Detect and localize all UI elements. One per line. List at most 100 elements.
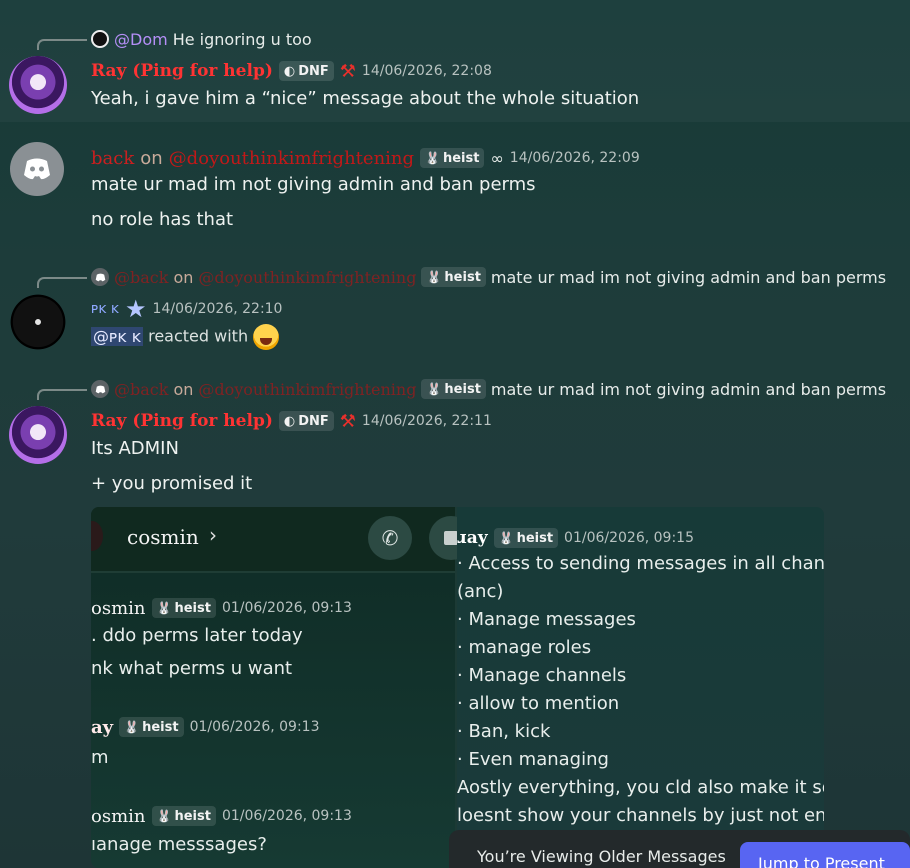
badge-label: heist <box>142 719 179 735</box>
att-badge: 🐰 heist <box>119 717 184 737</box>
badge-label: heist <box>444 269 481 285</box>
timestamp: 14/06/2026, 22:10 <box>152 301 283 317</box>
reply-author[interactable]: @back <box>114 380 168 399</box>
reply-author-mention[interactable]: @doyouthinkimfrightening <box>198 268 416 287</box>
message-2: back on @doyouthinkimfrightening 🐰 heist … <box>0 122 910 252</box>
author-name[interactable]: Ray (Ping for help) <box>91 411 273 431</box>
att-line: m <box>91 747 109 768</box>
reply-on: on <box>173 267 194 287</box>
reply-connector <box>37 277 87 288</box>
jump-to-present-button[interactable]: Jump to Present <box>740 842 910 868</box>
bunny-icon: 🐰 <box>156 809 172 823</box>
image-attachment[interactable]: cosmin › ✆ osmin 🐰 heist 01/06/2026, 09:1… <box>91 507 824 868</box>
reply-preview[interactable]: @back on @doyouthinkimfrightening 🐰 heist… <box>91 266 886 288</box>
discord-logo-icon <box>24 158 50 180</box>
att-list-line: · Manage messages <box>457 609 636 630</box>
att-line: ıanage messsages? <box>91 834 267 855</box>
reply-avatar <box>91 268 109 286</box>
reply-text: mate ur mad im not giving admin and ban … <box>490 267 887 287</box>
bunny-icon: 🐰 <box>426 382 442 396</box>
badge-label: DNF <box>298 413 329 429</box>
author-name[interactable]: Ray (Ping for help) <box>91 61 273 81</box>
tag-badge[interactable]: 🐰 heist <box>420 148 485 168</box>
author-mention[interactable]: @doyouthinkimfrightening <box>169 148 414 169</box>
avatar[interactable] <box>6 290 70 354</box>
att-badge: 🐰 heist <box>151 598 216 618</box>
tag-badge[interactable]: 🐰 heist <box>421 267 486 287</box>
message-header: ᴘᴋ ᴋ ★ 14/06/2026, 22:10 <box>91 296 282 322</box>
avatar[interactable] <box>10 142 64 196</box>
att-list-line: · Ban, kick <box>457 721 551 742</box>
ghost-icon: ◐ <box>283 63 296 79</box>
message-header: back on @doyouthinkimfrightening 🐰 heist … <box>91 145 640 171</box>
reply-author-mention[interactable]: @doyouthinkimfrightening <box>198 380 416 399</box>
star-icon: ★ <box>125 295 147 323</box>
avatar[interactable] <box>9 56 67 114</box>
message-3: @back on @doyouthinkimfrightening 🐰 heist… <box>0 252 910 362</box>
reply-connector <box>37 39 87 50</box>
reaction-mention[interactable]: @ᴘᴋ ᴋ <box>91 326 144 346</box>
badge-label: heist <box>442 150 480 166</box>
message-text-line1: mate ur mad im not giving admin and ban … <box>91 174 536 195</box>
older-messages-text: You’re Viewing Older Messages <box>477 846 726 866</box>
reply-preview[interactable]: @Dom He ignoring u too <box>91 28 312 50</box>
att-timestamp: 01/06/2026, 09:13 <box>189 719 320 735</box>
reply-text: He ignoring u too <box>172 29 312 49</box>
hammer-icon: ⚒ <box>339 410 356 432</box>
badge-label: heist <box>174 600 211 616</box>
bunny-icon: 🐰 <box>426 270 442 284</box>
att-line: nk what perms u want <box>91 658 293 679</box>
reply-connector <box>37 389 87 400</box>
reply-text: mate ur mad im not giving admin and ban … <box>490 379 887 399</box>
avatar[interactable] <box>9 406 67 464</box>
reply-avatar <box>91 380 109 398</box>
att-author: ɹay <box>457 528 488 548</box>
att-author: osmin <box>91 805 146 827</box>
att-badge: 🐰 heist <box>151 806 216 826</box>
call-button[interactable]: ✆ <box>368 516 412 560</box>
message-text-line1: Its ADMIN <box>91 438 179 459</box>
video-icon <box>444 531 458 545</box>
author-name[interactable]: ᴘᴋ ᴋ <box>91 301 119 317</box>
timestamp: 14/06/2026, 22:09 <box>509 150 640 166</box>
hammer-icon: ⚒ <box>339 60 356 82</box>
att-timestamp: 01/06/2026, 09:13 <box>221 600 352 616</box>
message-header: Ray (Ping for help) ◐ DNF ⚒ 14/06/2026, 2… <box>91 408 492 434</box>
att-badge: 🐰 heist <box>493 528 559 548</box>
reply-mention[interactable]: @Dom <box>114 30 168 49</box>
att-author: osmin <box>91 597 146 619</box>
att-author: ay <box>91 716 114 738</box>
reply-preview[interactable]: @back on @doyouthinkimfrightening 🐰 heist… <box>91 378 886 400</box>
tag-badge[interactable]: ◐ DNF <box>278 61 334 81</box>
message-text-line2: no role has that <box>91 209 234 230</box>
author-on: on <box>140 147 163 169</box>
reaction-text: reacted with <box>148 326 249 346</box>
badge-label: heist <box>444 381 481 397</box>
reaction-line: @ᴘᴋ ᴋ reacted with <box>91 324 280 350</box>
bunny-icon: 🐰 <box>425 151 440 165</box>
att-msg3-header: osmin 🐰 heist 01/06/2026, 09:13 <box>91 803 352 829</box>
badge-label: heist <box>516 530 554 546</box>
timestamp: 14/06/2026, 22:11 <box>361 413 492 429</box>
timestamp: 14/06/2026, 22:08 <box>361 63 492 79</box>
reply-author[interactable]: @back <box>114 268 168 287</box>
att-list-line: · allow to mention <box>457 693 620 714</box>
att-timestamp: 01/06/2026, 09:15 <box>564 530 694 546</box>
tag-badge[interactable]: ◐ DNF <box>278 411 334 431</box>
message-header: Ray (Ping for help) ◐ DNF ⚒ 14/06/2026, 2… <box>91 58 492 84</box>
attachment-left-panel: cosmin › ✆ osmin 🐰 heist 01/06/2026, 09:1… <box>91 507 473 868</box>
att-list-line: · Manage channels <box>457 665 627 686</box>
dm-header-name: cosmin <box>127 525 199 549</box>
message-text: Yeah, i gave him a “nice” message about … <box>91 88 640 109</box>
swirl-icon: ∞ <box>490 148 504 168</box>
message-1: @Dom He ignoring u too Ray (Ping for hel… <box>0 0 910 122</box>
tag-badge[interactable]: 🐰 heist <box>421 379 486 399</box>
attachment-topbar: cosmin › ✆ <box>91 507 473 573</box>
bunny-icon: 🐰 <box>124 720 140 734</box>
user-avatar-small <box>91 521 103 551</box>
ghost-icon: ◐ <box>283 413 296 429</box>
att-timestamp: 01/06/2026, 09:13 <box>221 808 352 824</box>
att-line: . ddo perms later today <box>91 625 303 646</box>
author-name[interactable]: back <box>91 148 134 169</box>
bunny-icon: 🐰 <box>156 601 172 615</box>
